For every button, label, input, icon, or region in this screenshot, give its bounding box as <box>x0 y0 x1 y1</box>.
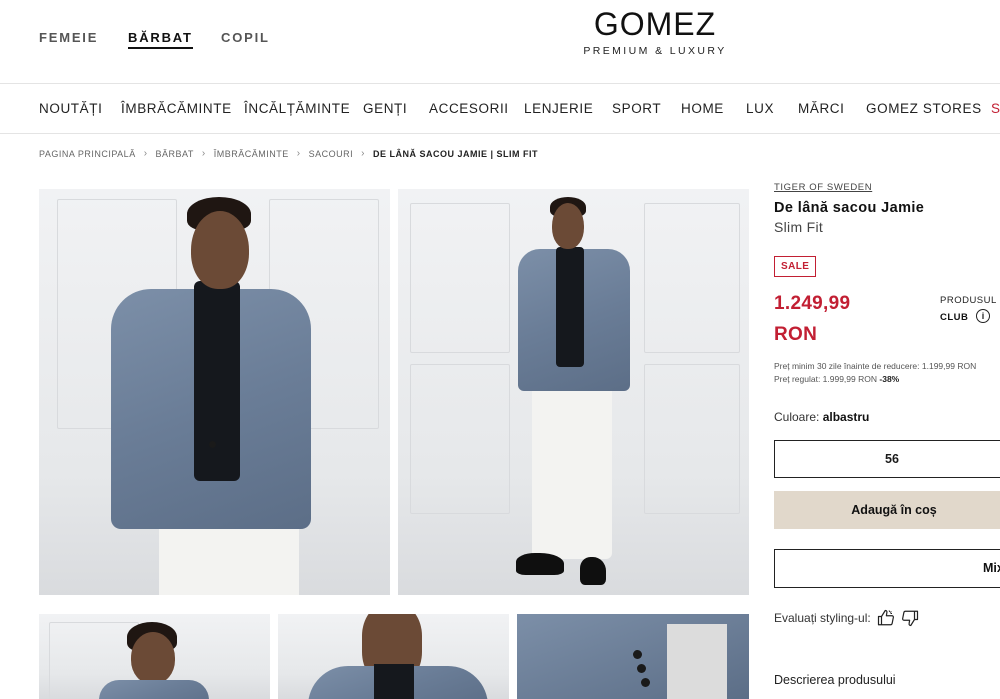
nav-item-lux[interactable]: LUX <box>746 101 774 116</box>
club-label: PRODUSUL N <box>940 295 1000 306</box>
product-image-4[interactable] <box>278 614 509 699</box>
info-icon[interactable]: i <box>976 309 990 323</box>
styling-rating: Evaluați styling-ul: <box>774 609 919 627</box>
chevron-right-icon: › <box>361 148 365 159</box>
size-selector[interactable]: 56 <box>774 440 1000 478</box>
regular-price-text: Preț regulat: 1.999,99 RON <box>774 374 878 384</box>
logo-wordmark: GOMEZ <box>593 6 717 42</box>
breadcrumb: PAGINA PRINCIPALĂ › BĂRBAT › ÎMBRĂCĂMINT… <box>39 148 538 159</box>
product-image-5[interactable] <box>517 614 749 699</box>
logo-tagline: PREMIUM & LUXURY <box>583 45 727 57</box>
nav-item-sport[interactable]: SPORT <box>612 101 661 116</box>
product-subtitle: Slim Fit <box>774 219 824 235</box>
discount-percent: -38% <box>879 374 900 384</box>
breadcrumb-current: DE LÂNĂ SACOU JAMIE | SLIM FIT <box>372 148 538 159</box>
breadcrumb-imbracaminte[interactable]: ÎMBRĂCĂMINTE <box>214 149 289 159</box>
price-amount: 1.249,99 <box>774 293 851 314</box>
styling-label: Evaluați styling-ul: <box>774 611 871 625</box>
nav-item-imbracaminte[interactable]: ÎMBRĂCĂMINTE <box>121 101 232 116</box>
price-currency: RON <box>774 324 818 345</box>
chevron-right-icon: › <box>296 148 301 159</box>
chevron-right-icon: › <box>201 148 206 159</box>
thumbs-down-icon[interactable] <box>901 609 919 627</box>
breadcrumb-sacouri[interactable]: SACOURI <box>309 149 354 159</box>
top-header: FEMEIE BĂRBAT COPIL GOMEZ PREMIUM & LUXU… <box>0 0 1000 84</box>
nav-item-marci[interactable]: MĂRCI <box>798 101 845 116</box>
nav-item-sale[interactable]: S <box>991 101 1000 116</box>
mix-button[interactable]: Mix <box>774 549 1000 588</box>
nav-item-home[interactable]: HOME <box>681 101 724 116</box>
wall-panel <box>644 364 740 514</box>
product-description-heading[interactable]: Descrierea produsului <box>774 673 896 687</box>
min-price-note: Preț minim 30 zile înainte de reducere: … <box>774 361 977 371</box>
add-to-cart-button[interactable]: Adaugă în coș <box>774 491 1000 529</box>
breadcrumb-home[interactable]: PAGINA PRINCIPALĂ <box>39 149 136 159</box>
color-value: albastru <box>822 410 870 424</box>
product-image-2[interactable] <box>398 189 749 595</box>
nav-item-gomez-stores[interactable]: GOMEZ STORES <box>866 101 982 116</box>
regular-price-note: Preț regulat: 1.999,99 RON -38% <box>774 374 899 384</box>
product-image-3[interactable] <box>39 614 270 699</box>
main-navigation: NOUTĂȚI ÎMBRĂCĂMINTE ÎNCĂLȚĂMINTE GENȚI … <box>0 85 1000 134</box>
chevron-right-icon: › <box>143 148 148 159</box>
wall-panel <box>410 203 510 353</box>
wall-panel <box>644 203 740 353</box>
product-title: De lână sacou Jamie <box>774 200 925 216</box>
nav-item-accesorii[interactable]: ACCESORII <box>429 101 509 116</box>
color-row: Culoare: albastru <box>774 410 869 424</box>
thumbs-up-icon[interactable] <box>877 609 895 627</box>
breadcrumb-barbat[interactable]: BĂRBAT <box>156 149 194 159</box>
product-image-1[interactable] <box>39 189 390 595</box>
club-tag: CLUB <box>940 312 969 323</box>
sale-badge: SALE <box>774 256 817 277</box>
nav-item-lenjerie[interactable]: LENJERIE <box>524 101 593 116</box>
color-label: Culoare: <box>774 410 820 424</box>
nav-item-incaltaminte[interactable]: ÎNCĂLȚĂMINTE <box>244 101 350 116</box>
brand-link[interactable]: TIGER OF SWEDEN <box>774 182 872 193</box>
site-logo[interactable]: GOMEZ PREMIUM & LUXURY <box>0 6 1000 57</box>
nav-item-genti[interactable]: GENȚI <box>363 101 407 116</box>
nav-item-noutati[interactable]: NOUTĂȚI <box>39 101 102 116</box>
product-price: 1.249,99 RON <box>774 288 850 350</box>
wall-panel <box>410 364 510 514</box>
